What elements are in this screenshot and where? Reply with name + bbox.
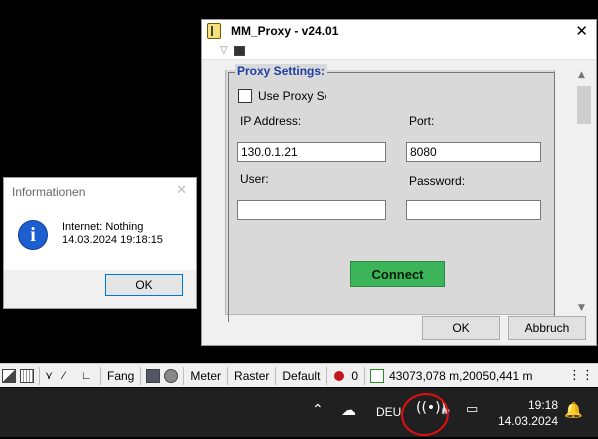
meter-unit[interactable]: Meter [190, 369, 221, 383]
info-dialog-title-bar[interactable]: Informationen ✕ [4, 178, 196, 205]
use-proxy-label: Use Proxy Se [258, 89, 326, 103]
raster-toggle[interactable]: Raster [234, 369, 269, 383]
proxy-settings-panel: Proxy Settings: Use Proxy Se IP Address:… [225, 64, 555, 322]
scroll-up-icon[interactable]: ▲ [578, 70, 585, 80]
snap-line-icon[interactable]: ⋎ [45, 369, 59, 383]
input-language[interactable]: DEU [376, 405, 401, 419]
collapse-triangle-icon[interactable]: ▽ [220, 45, 228, 56]
taskbar-clock[interactable]: 19:18 14.03.2024 [498, 397, 558, 429]
proxy-window-title: MM_Proxy - v24.01 [231, 24, 339, 38]
menu-grip-icon[interactable]: ⋮⋮ [568, 368, 594, 383]
coordinates-readout: 43073,078 m,20050,441 m [389, 368, 533, 383]
info-message-line-2: 14.03.2024 19:18:15 [62, 234, 163, 246]
chevron-up-icon[interactable]: ⌃ [312, 402, 324, 418]
vertical-scrollbar[interactable]: ▲ ▼ [575, 70, 591, 313]
cancel-button[interactable]: Abbruch [508, 316, 586, 340]
ortho-icon[interactable]: ∕ [63, 369, 77, 383]
information-icon: i [18, 220, 48, 250]
info-dialog: Informationen ✕ i Internet: Nothing 14.0… [3, 177, 197, 309]
connect-button[interactable]: Connect [350, 261, 445, 287]
fang-toggle[interactable]: Fang [107, 369, 134, 383]
image-icon[interactable] [146, 368, 161, 383]
password-label: Password: [409, 174, 466, 188]
app-icon [207, 23, 221, 39]
port-label: Port: [409, 114, 435, 128]
proxy-window: MM_Proxy - v24.01 ✕ ▽ Proxy Settings: Us… [201, 19, 597, 346]
proxy-settings-legend: Proxy Settings: [235, 64, 328, 78]
user-label: User: [240, 172, 269, 186]
selection-count: 0 [351, 368, 359, 383]
user-field[interactable] [237, 200, 386, 220]
password-field[interactable] [406, 200, 541, 220]
default-layer[interactable]: Default [282, 369, 320, 383]
grid-icon[interactable] [20, 368, 34, 383]
info-ok-button[interactable]: OK [105, 274, 183, 296]
terminal-icon[interactable] [233, 45, 245, 56]
ip-address-field[interactable]: 130.0.1.21 [237, 142, 386, 162]
port-field[interactable]: 8080 [406, 142, 541, 162]
ip-address-label: IP Address: [240, 114, 302, 128]
info-message-line-1: Internet: Nothing [62, 221, 144, 233]
clock-time: 19:18 [527, 398, 558, 412]
proxy-settings-group: Proxy Settings: Use Proxy Se IP Address:… [228, 64, 555, 322]
fill-toggle-icon[interactable] [2, 368, 16, 383]
angle-icon[interactable]: ∟ [81, 369, 95, 383]
ok-button[interactable]: OK [422, 316, 500, 340]
clock-date: 14.03.2024 [497, 414, 558, 428]
coordinate-icon[interactable] [370, 368, 385, 383]
info-message: Internet: Nothing 14.03.2024 19:18:15 [62, 221, 163, 247]
windows-taskbar: ⌃ ☁ DEU ((•)) 🕪 ▭ 19:18 14.03.2024 🔔 [0, 388, 598, 437]
use-proxy-checkbox[interactable] [238, 89, 252, 103]
proxy-title-bar[interactable]: MM_Proxy - v24.01 ✕ [202, 20, 596, 42]
close-icon[interactable]: ✕ [575, 22, 588, 40]
notification-bell-icon[interactable]: 🔔 [564, 401, 583, 419]
globe-icon[interactable] [164, 368, 179, 383]
cloud-icon[interactable]: ☁ [341, 401, 356, 419]
battery-icon[interactable]: ▭ [466, 402, 478, 417]
cad-status-bar: ⋎ ∕ ∟ Fang Meter Raster Default 0 43073,… [0, 363, 598, 387]
proxy-toolbar: ▽ [202, 42, 596, 60]
record-icon[interactable] [334, 370, 345, 381]
scroll-thumb[interactable] [577, 86, 591, 124]
info-dialog-content: i Internet: Nothing 14.03.2024 19:18:15 [4, 205, 196, 270]
info-dialog-title: Informationen [12, 185, 86, 199]
scroll-down-icon[interactable]: ▼ [578, 303, 585, 313]
close-icon[interactable]: ✕ [176, 183, 187, 198]
use-proxy-row[interactable]: Use Proxy Se [238, 89, 326, 103]
